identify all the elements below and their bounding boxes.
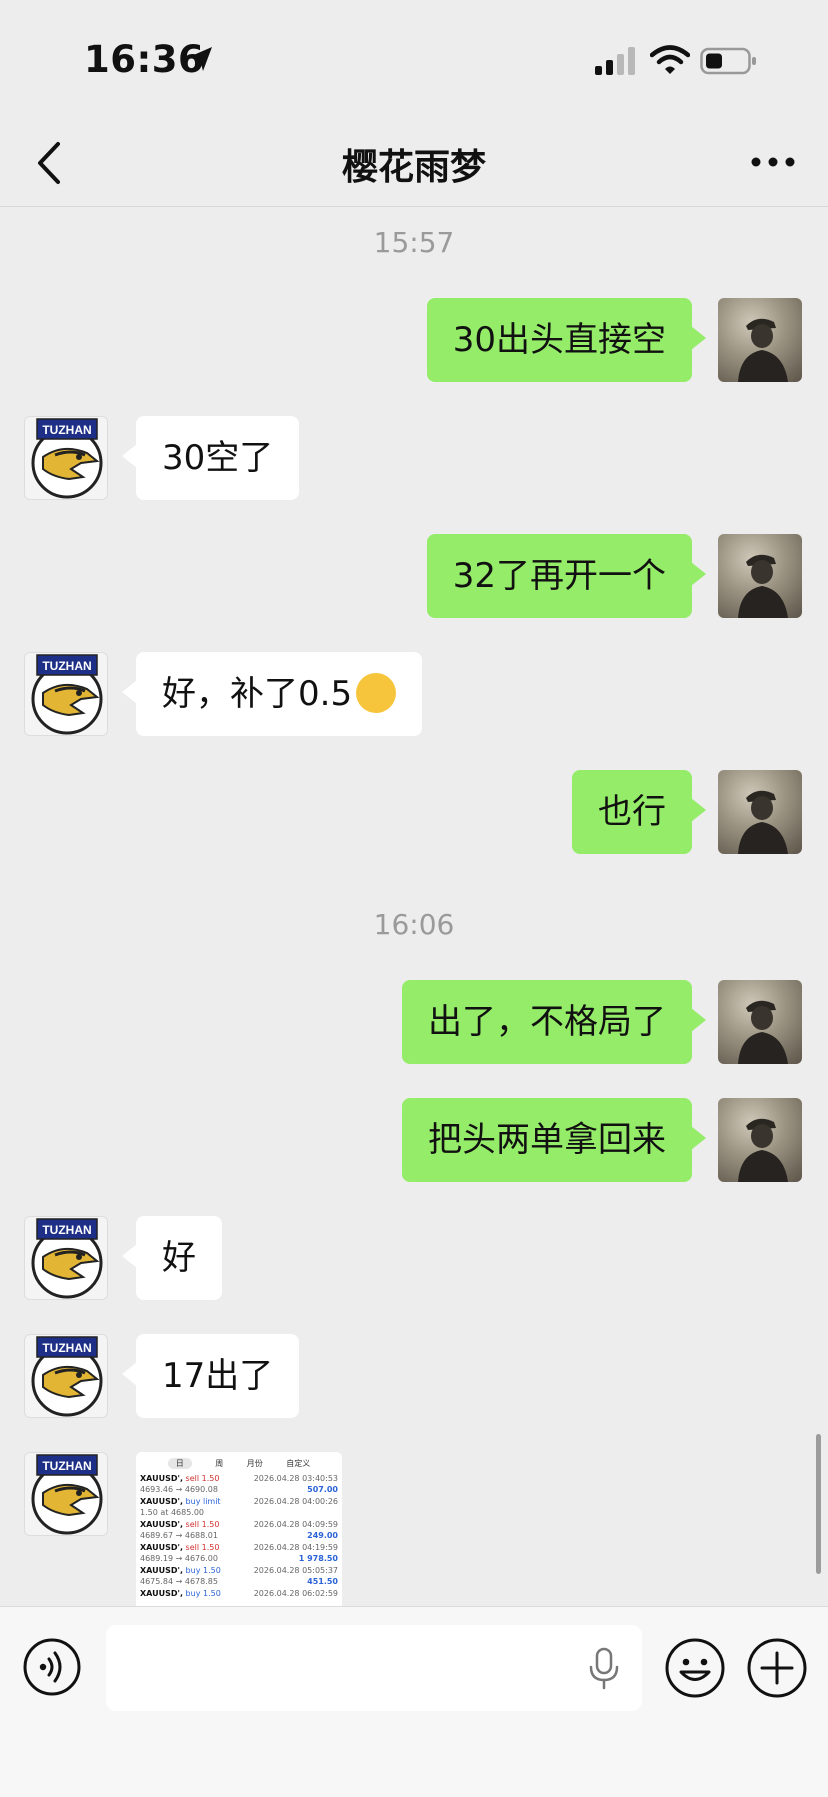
- trade-symbol: XAUUSD',: [140, 1520, 183, 1529]
- trade-row: XAUUSD', sell 1.50 2026.04.28 04:09:59 468…: [136, 1519, 342, 1541]
- status-bar: 16:36: [0, 0, 828, 120]
- contact-avatar[interactable]: TUZHAN: [24, 1216, 108, 1300]
- trade-profit: 1 978.50: [298, 1554, 338, 1563]
- location-arrow-icon: [189, 47, 212, 71]
- timestamp: 15:57: [373, 226, 455, 259]
- message-text: 好，补了0.5: [162, 674, 353, 714]
- trade-profit: 507.00: [307, 1485, 338, 1494]
- more-dots-icon[interactable]: [748, 140, 798, 184]
- trade-prices: 4693.46 → 4690.08: [140, 1485, 218, 1494]
- eagle-logo-icon: TUZHAN: [31, 1454, 103, 1535]
- image-message[interactable]: 日 周 月份 自定义 XAUUSD', sell 1.50 2026.04.28 …: [136, 1452, 342, 1606]
- trade-action: sell 1.50: [185, 1543, 220, 1552]
- image-tab: 自定义: [286, 1459, 311, 1468]
- cellular-signal-icon: [595, 47, 635, 75]
- battery-icon: [700, 47, 756, 75]
- message-bubble[interactable]: 32了再开一个: [426, 534, 707, 618]
- trades-list: XAUUSD', sell 1.50 2026.04.28 03:40:53 469…: [136, 1473, 342, 1599]
- my-avatar[interactable]: [718, 770, 802, 854]
- trade-action: buy 1.50: [185, 1566, 221, 1575]
- message-bubble[interactable]: 30空了: [121, 416, 300, 500]
- trade-datetime: 2026.04.28 06:02:59: [253, 1589, 338, 1598]
- trade-action: buy limit: [185, 1497, 221, 1506]
- trade-datetime: 2026.04.28 04:19:59: [253, 1543, 338, 1552]
- image-tab: 周: [215, 1459, 224, 1468]
- message-input[interactable]: [106, 1625, 642, 1711]
- plus-icon[interactable]: [746, 1637, 808, 1699]
- my-avatar[interactable]: [718, 980, 802, 1064]
- person-silhouette-icon: [738, 790, 788, 854]
- nav-bar: 樱花雨梦: [0, 120, 828, 207]
- eagle-logo-icon: TUZHAN: [31, 1218, 103, 1299]
- microphone-icon[interactable]: [586, 1647, 622, 1691]
- trade-symbol: XAUUSD',: [140, 1566, 183, 1575]
- logo-text: TUZHAN: [42, 659, 91, 673]
- trade-action: sell 1.50: [185, 1474, 220, 1483]
- trade-prices: 4675.84 → 4678.85: [140, 1577, 218, 1586]
- trade-row: XAUUSD', buy limit 2026.04.28 04:00:26 1.5…: [136, 1496, 342, 1518]
- chat-area[interactable]: 15:57 30出头直接空 TUZHAN 30空了 32了再开一个 TUZHAN…: [0, 206, 828, 1606]
- trade-datetime: 2026.04.28 03:40:53: [253, 1474, 338, 1483]
- eagle-logo-icon: TUZHAN: [31, 418, 103, 499]
- trade-profit: 249.00: [307, 1531, 338, 1540]
- contact-avatar[interactable]: TUZHAN: [24, 1452, 108, 1536]
- message-bubble[interactable]: 出了，不格局了: [402, 980, 706, 1064]
- contact-avatar[interactable]: TUZHAN: [24, 652, 108, 736]
- trade-symbol: XAUUSD',: [140, 1497, 183, 1506]
- person-silhouette-icon: [738, 318, 788, 382]
- eagle-logo-icon: TUZHAN: [31, 654, 103, 735]
- message-bubble[interactable]: 30出头直接空: [426, 298, 707, 382]
- input-bar: [0, 1606, 828, 1797]
- trade-prices: 4689.67 → 4688.01: [140, 1531, 218, 1540]
- trade-action: sell 1.50: [185, 1520, 220, 1529]
- trade-action: buy 1.50: [185, 1589, 221, 1598]
- message-bubble[interactable]: 好: [122, 1216, 222, 1300]
- trade-prices: 4689.19 → 4676.00: [140, 1554, 218, 1563]
- wifi-icon: [650, 45, 690, 74]
- trade-datetime: 2026.04.28 04:09:59: [253, 1520, 338, 1529]
- contact-avatar[interactable]: TUZHAN: [24, 416, 108, 500]
- my-avatar[interactable]: [718, 534, 802, 618]
- image-tab: 日: [167, 1458, 192, 1469]
- person-silhouette-icon: [738, 1000, 788, 1064]
- message-bubble[interactable]: 好，补了0.5: [121, 652, 423, 736]
- logo-text: TUZHAN: [42, 1341, 91, 1355]
- my-avatar[interactable]: [718, 1098, 802, 1182]
- voice-icon[interactable]: [22, 1637, 82, 1697]
- trade-prices: 1.50 at 4685.00: [140, 1508, 205, 1517]
- trade-row: XAUUSD', buy 1.50 2026.04.28 06:02:59: [136, 1588, 342, 1599]
- logo-text: TUZHAN: [42, 1459, 91, 1473]
- timestamp: 16:06: [373, 908, 455, 941]
- my-avatar[interactable]: [718, 298, 802, 382]
- logo-text: TUZHAN: [42, 423, 91, 437]
- scrollbar[interactable]: [816, 1434, 821, 1574]
- trade-row: XAUUSD', buy 1.50 2026.04.28 05:05:37 4675…: [136, 1565, 342, 1587]
- logo-text: TUZHAN: [42, 1223, 91, 1237]
- trade-row: XAUUSD', sell 1.50 2026.04.28 04:19:59 468…: [136, 1542, 342, 1564]
- trade-symbol: XAUUSD',: [140, 1474, 183, 1483]
- trade-row: XAUUSD', sell 1.50 2026.04.28 03:40:53 469…: [136, 1473, 342, 1495]
- person-silhouette-icon: [738, 554, 788, 618]
- smiley-icon[interactable]: [664, 1637, 726, 1699]
- trade-datetime: 2026.04.28 05:05:37: [253, 1566, 338, 1575]
- message-bubble[interactable]: 也行: [572, 770, 706, 854]
- trade-symbol: XAUUSD',: [140, 1543, 183, 1552]
- eagle-logo-icon: TUZHAN: [31, 1336, 103, 1417]
- trade-profit: 451.50: [307, 1577, 338, 1586]
- trade-datetime: 2026.04.28 04:00:26: [253, 1497, 338, 1506]
- hand-over-mouth-emoji-icon: [356, 672, 397, 713]
- image-tabs: 日 周 月份 自定义: [136, 1452, 342, 1473]
- message-bubble[interactable]: 把头两单拿回来: [402, 1098, 706, 1182]
- image-tab: 月份: [246, 1459, 263, 1468]
- message-bubble[interactable]: 17出了: [121, 1334, 300, 1418]
- trade-symbol: XAUUSD',: [140, 1589, 183, 1598]
- chat-title: 樱花雨梦: [341, 147, 486, 188]
- person-silhouette-icon: [738, 1118, 788, 1182]
- contact-avatar[interactable]: TUZHAN: [24, 1334, 108, 1418]
